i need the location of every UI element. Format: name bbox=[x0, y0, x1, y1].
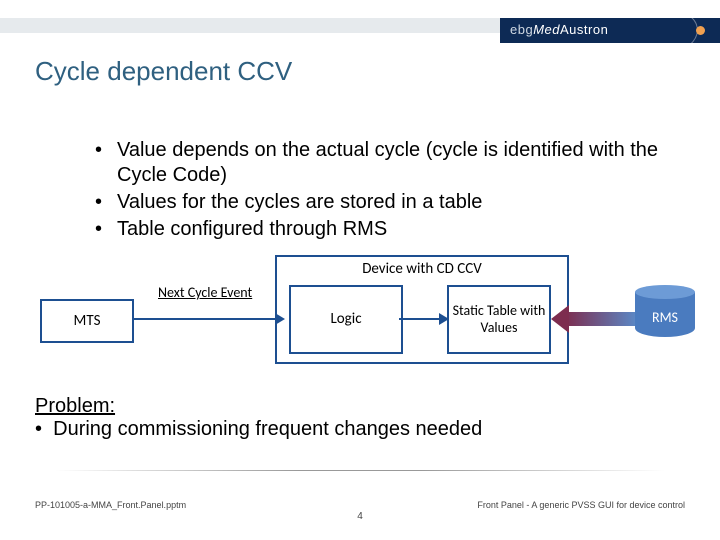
logo-ring-icon bbox=[651, 18, 701, 43]
bullet-item: Value depends on the actual cycle (cycle… bbox=[95, 138, 680, 188]
bullet-item: Table configured through RMS bbox=[95, 217, 680, 242]
divider-line bbox=[55, 470, 665, 471]
page-number: 4 bbox=[0, 511, 720, 522]
logo-rest: Austron bbox=[560, 22, 608, 37]
device-label: Device with CD CCV bbox=[277, 260, 567, 278]
mts-box: MTS bbox=[40, 299, 134, 343]
problem-bullet: • During commissioning frequent changes … bbox=[35, 418, 482, 441]
arrow-rms-to-static bbox=[565, 312, 638, 326]
footer-right: Front Panel - A generic PVSS GUI for dev… bbox=[477, 500, 685, 510]
bullet-list: Value depends on the actual cycle (cycle… bbox=[55, 138, 680, 244]
logo-prefix: ebg bbox=[510, 22, 533, 37]
arrow-mts-to-device bbox=[132, 318, 277, 320]
problem-section: Problem: • During commissioning frequent… bbox=[35, 395, 482, 441]
static-table-box: Static Table with Values bbox=[447, 285, 551, 354]
header-blue-strip: ebgMedAustron bbox=[500, 18, 720, 43]
diagram: MTS Next Cycle Event Device with CD CCV … bbox=[40, 255, 690, 375]
arrow-rms-head-icon bbox=[551, 305, 569, 333]
logo-dot-icon bbox=[696, 26, 705, 35]
cylinder-top-icon bbox=[635, 285, 695, 299]
logo-text: ebgMedAustron bbox=[510, 22, 608, 37]
rms-label: RMS bbox=[635, 309, 695, 326]
problem-heading: Problem: bbox=[35, 395, 482, 418]
arrow-logic-to-static bbox=[399, 318, 441, 320]
bullet-item: Values for the cycles are stored in a ta… bbox=[95, 190, 680, 215]
rms-cylinder: RMS bbox=[635, 285, 695, 345]
device-box: Device with CD CCV Logic Static Table wi… bbox=[275, 255, 569, 364]
logic-box: Logic bbox=[289, 285, 403, 354]
arrow-head-icon bbox=[439, 313, 449, 325]
footer-left: PP-101005-a-MMA_Front.Panel.pptm bbox=[35, 500, 186, 510]
logo-italic: Med bbox=[533, 22, 560, 37]
next-cycle-label: Next Cycle Event bbox=[158, 284, 252, 301]
header-gray-strip bbox=[0, 18, 500, 33]
slide-title: Cycle dependent CCV bbox=[35, 56, 292, 87]
